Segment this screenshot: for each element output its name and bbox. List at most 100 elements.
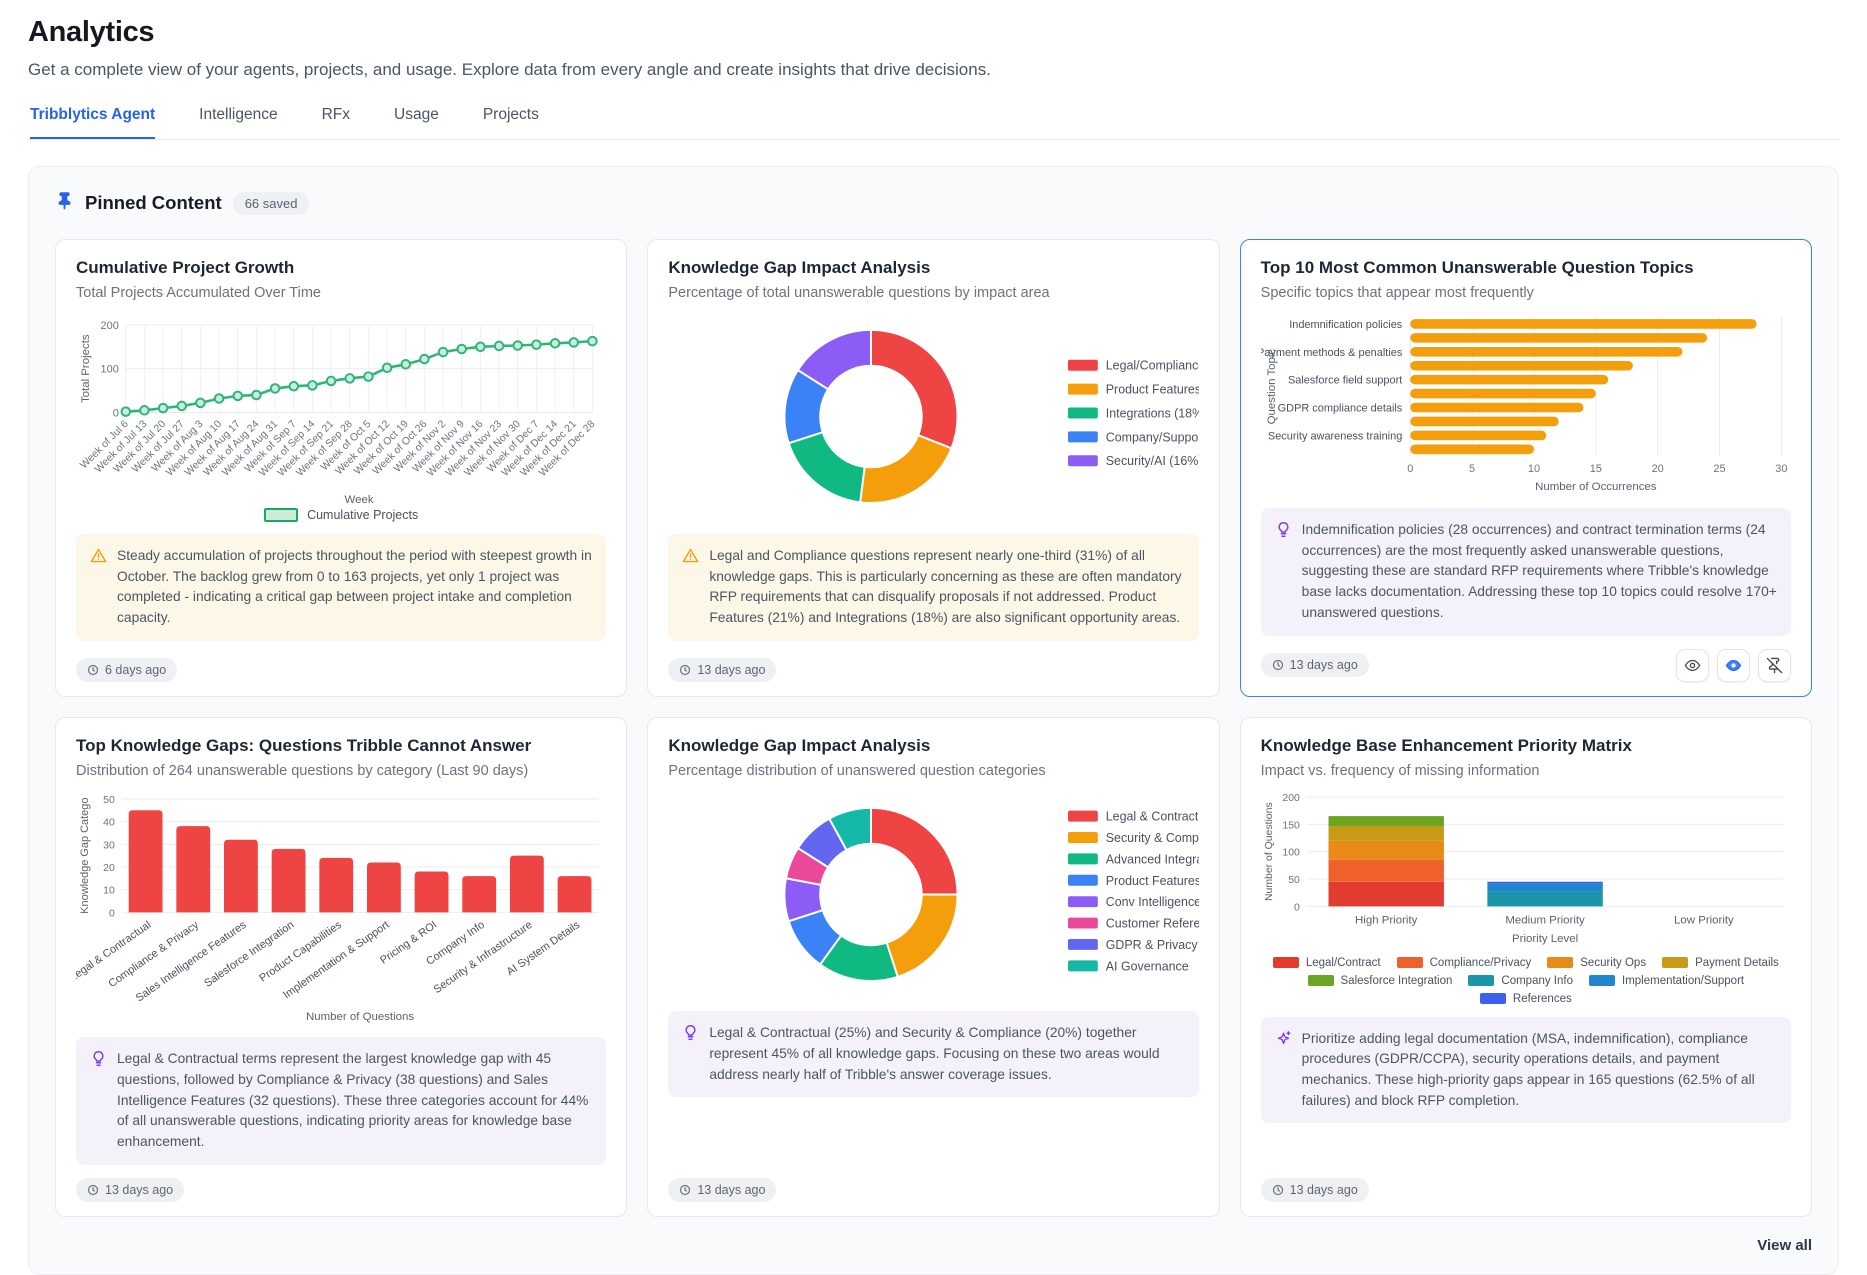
svg-text:15: 15 [1589,463,1601,475]
eye-icon[interactable] [1676,649,1709,682]
page-subtitle: Get a complete view of your agents, proj… [28,60,1839,80]
pinned-cards-grid: Cumulative Project Growth Total Projects… [55,239,1812,1217]
insight-box: Legal & Contractual terms represent the … [76,1037,606,1164]
card-subtitle: Distribution of 264 unanswerable questio… [76,763,606,779]
svg-text:0: 0 [109,908,115,919]
svg-text:50: 50 [1288,875,1300,886]
legend-swatch [264,508,298,522]
svg-text:20: 20 [1651,463,1663,475]
pinned-content-section: Pinned Content 66 saved Cumulative Proje… [28,166,1839,1275]
view-all-link[interactable]: View all [1757,1237,1812,1254]
pin-off-icon[interactable] [1758,649,1791,682]
insight-text: Steady accumulation of projects througho… [117,546,592,629]
svg-text:Security/AI (16%): Security/AI (16%) [1106,454,1199,468]
card-top-10-unanswerable-topics[interactable]: Top 10 Most Common Unanswerable Question… [1240,239,1812,697]
clock-icon [679,664,691,676]
svg-text:High Priority: High Priority [1355,914,1418,926]
svg-text:200: 200 [1282,792,1300,803]
card-title: Cumulative Project Growth [76,258,606,278]
svg-text:150: 150 [1282,820,1300,831]
legend-item: Legal/Contract [1273,957,1381,969]
svg-text:Product Features: Product Features [1106,873,1199,887]
svg-text:0: 0 [1407,463,1413,475]
card-priority-matrix: Knowledge Base Enhancement Priority Matr… [1240,717,1812,1217]
tab-rfx[interactable]: RFx [322,106,350,139]
card-footer: 13 days ago [76,1165,606,1202]
tab-projects[interactable]: Projects [483,106,539,139]
svg-text:Knowledge Gap Catego: Knowledge Gap Catego [79,797,91,913]
svg-text:Product Capabilities: Product Capabilities [257,918,344,984]
card-footer: 13 days ago [668,645,1198,682]
legend-item: Payment Details [1662,957,1779,969]
pin-icon [55,191,74,215]
card-footer: 6 days ago [76,645,606,682]
svg-text:50: 50 [103,794,115,805]
legend-item: Salesforce Integration [1308,975,1453,987]
tab-tribblytics-agent[interactable]: Tribblytics Agent [30,106,155,139]
insight-text: Legal & Contractual terms represent the … [117,1049,592,1152]
chart-legend: Cumulative Projects [76,508,606,522]
svg-text:Company/Support (14%): Company/Support (14%) [1106,430,1199,444]
view-all-row: View all [55,1237,1812,1254]
svg-text:Salesforce field support: Salesforce field support [1288,375,1402,387]
svg-text:Low Priority: Low Priority [1674,914,1734,926]
svg-text:Question Topic: Question Topic [1266,349,1278,425]
page-title: Analytics [28,16,1839,49]
analytics-page: Analytics Get a complete view of your ag… [0,0,1867,1275]
chart-legend: Legal/Contract Compliance/Privacy Security… [1261,957,1791,1005]
timestamp-badge: 13 days ago [668,1178,776,1202]
pinned-header: Pinned Content 66 saved [55,191,1812,215]
svg-text:Salesforce Integration: Salesforce Integration [202,918,296,989]
tab-usage[interactable]: Usage [394,106,439,139]
clock-icon [1272,659,1284,671]
svg-text:Customer References: Customer References [1106,916,1199,930]
svg-text:Week: Week [345,494,374,506]
svg-text:25: 25 [1713,463,1725,475]
legend-item: References [1480,993,1572,1005]
ai-eye-icon[interactable] [1717,649,1750,682]
svg-text:200: 200 [101,320,119,332]
card-title: Top Knowledge Gaps: Questions Tribble Ca… [76,736,606,756]
card-title: Knowledge Gap Impact Analysis [668,258,1198,278]
clock-icon [679,1184,691,1196]
legend-item: Company Info [1468,975,1573,987]
card-knowledge-gap-impact-analysis: Knowledge Gap Impact Analysis Percentage… [647,239,1219,697]
tab-intelligence[interactable]: Intelligence [199,106,277,139]
clock-icon [87,1184,99,1196]
timestamp-badge: 13 days ago [1261,653,1369,677]
svg-text:Security awareness training: Security awareness training [1268,430,1402,442]
svg-text:100: 100 [101,364,119,376]
legend-item: Security Ops [1547,957,1646,969]
warning-icon [682,547,699,629]
card-subtitle: Specific topics that appear most frequen… [1261,285,1791,301]
card-cumulative-project-growth: Cumulative Project Growth Total Projects… [55,239,627,697]
svg-text:10: 10 [1528,463,1540,475]
donut-chart: Legal & ContractualSecurity & Compliance… [668,789,1198,1000]
svg-text:GDPR & Privacy: GDPR & Privacy [1106,937,1199,951]
svg-text:30: 30 [103,840,115,851]
lightbulb-icon [90,1050,107,1152]
svg-text:Number of Questions: Number of Questions [1264,802,1275,901]
warning-icon [90,547,107,629]
line-chart: 0100200Week of Jul 6Week of Jul 13Week o… [76,311,606,508]
legend-item: Compliance/Privacy [1397,957,1532,969]
donut-chart: Legal/Compliance (31%)Product Features (… [668,311,1198,522]
insight-box: Steady accumulation of projects througho… [76,534,606,641]
insight-box: Indemnification policies (28 occurrences… [1261,508,1791,635]
svg-text:Indemnification policies: Indemnification policies [1289,319,1403,331]
card-title: Knowledge Gap Impact Analysis [668,736,1198,756]
svg-text:Number of Questions: Number of Questions [306,1010,414,1022]
svg-text:100: 100 [1282,847,1300,858]
insight-text: Indemnification policies (28 occurrences… [1302,520,1777,623]
timestamp-badge: 13 days ago [1261,1178,1369,1202]
horizontal-bar-chart: 051015202530Indemnification policiesPaym… [1261,311,1791,496]
timestamp-badge: 13 days ago [76,1178,184,1202]
svg-text:5: 5 [1469,463,1475,475]
card-footer: 13 days ago [668,1165,1198,1202]
timestamp-badge: 13 days ago [668,658,776,682]
card-footer: 13 days ago [1261,636,1791,682]
svg-text:Conv Intelligence: Conv Intelligence [1106,895,1199,909]
saved-count-badge: 66 saved [233,192,310,215]
svg-text:10: 10 [103,885,115,896]
svg-text:Legal & Contractual: Legal & Contractual [1106,809,1199,823]
